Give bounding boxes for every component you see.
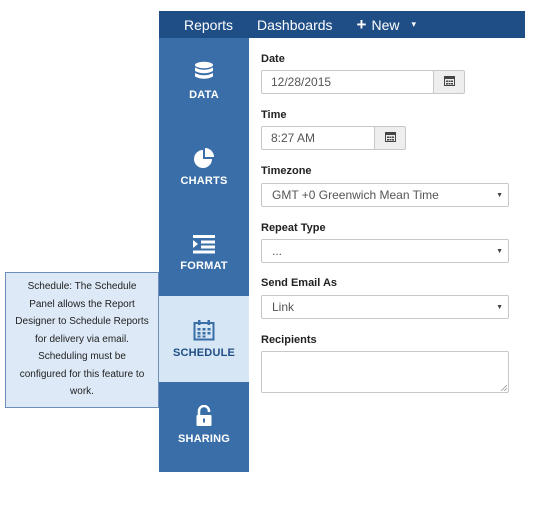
send-email-label: Send Email As <box>261 277 338 289</box>
send-email-select[interactable]: Link ▼ <box>261 295 509 319</box>
database-icon <box>194 61 214 83</box>
repeat-type-value: ... <box>272 244 283 258</box>
time-label: Time <box>261 109 287 121</box>
recipients-label: Recipients <box>261 334 317 346</box>
format-list-icon <box>192 234 216 254</box>
send-email-value: Link <box>272 300 295 314</box>
schedule-tooltip: Schedule: The Schedule Panel allows the … <box>5 272 159 408</box>
unlock-icon <box>195 405 213 427</box>
schedule-panel: Date 12/28/2015 Time 8:27 AM Timezone GM… <box>249 38 525 472</box>
nav-new-menu[interactable]: + New ▾ <box>357 16 416 33</box>
date-label: Date <box>261 53 285 65</box>
sidebar-item-label: DATA <box>189 89 219 101</box>
caret-down-icon: ▼ <box>496 192 503 199</box>
sidebar: DATA CHARTS FORMAT SCHEDULE SHARING <box>159 38 249 472</box>
caret-down-icon: ▾ <box>411 19 417 29</box>
top-nav-bar: Reports Dashboards + New ▾ <box>159 11 525 38</box>
pie-chart-icon <box>193 147 215 169</box>
resize-grip-icon[interactable] <box>500 384 507 391</box>
plus-icon: + <box>356 15 367 34</box>
sidebar-item-data[interactable]: DATA <box>159 38 249 124</box>
sidebar-item-sharing[interactable]: SHARING <box>159 382 249 468</box>
timezone-select[interactable]: GMT +0 Greenwich Mean Time ▼ <box>261 183 509 207</box>
calendar-icon <box>193 319 215 341</box>
time-input[interactable]: 8:27 AM <box>261 126 375 150</box>
caret-down-icon: ▼ <box>496 304 503 311</box>
calendar-icon <box>384 129 396 147</box>
sidebar-item-charts[interactable]: CHARTS <box>159 124 249 210</box>
date-input[interactable]: 12/28/2015 <box>261 70 434 94</box>
nav-new-label: New <box>371 16 400 33</box>
recipients-textarea[interactable] <box>261 351 509 393</box>
nav-dashboards[interactable]: Dashboards <box>257 17 333 33</box>
time-picker-button[interactable] <box>374 126 406 150</box>
nav-reports[interactable]: Reports <box>184 17 233 33</box>
repeat-type-label: Repeat Type <box>261 222 326 234</box>
timezone-label: Timezone <box>261 165 312 177</box>
sidebar-item-label: SHARING <box>177 433 231 445</box>
calendar-icon <box>443 73 455 91</box>
repeat-type-select[interactable]: ... ▼ <box>261 239 509 263</box>
sidebar-item-label: SCHEDULE <box>172 347 236 359</box>
sidebar-item-label: FORMAT <box>180 260 228 272</box>
timezone-value: GMT +0 Greenwich Mean Time <box>272 188 439 202</box>
caret-down-icon: ▼ <box>496 248 503 255</box>
sidebar-item-label: CHARTS <box>180 175 228 187</box>
date-picker-button[interactable] <box>433 70 465 94</box>
sidebar-item-schedule[interactable]: SCHEDULE <box>159 296 249 382</box>
sidebar-item-format[interactable]: FORMAT <box>159 210 249 296</box>
